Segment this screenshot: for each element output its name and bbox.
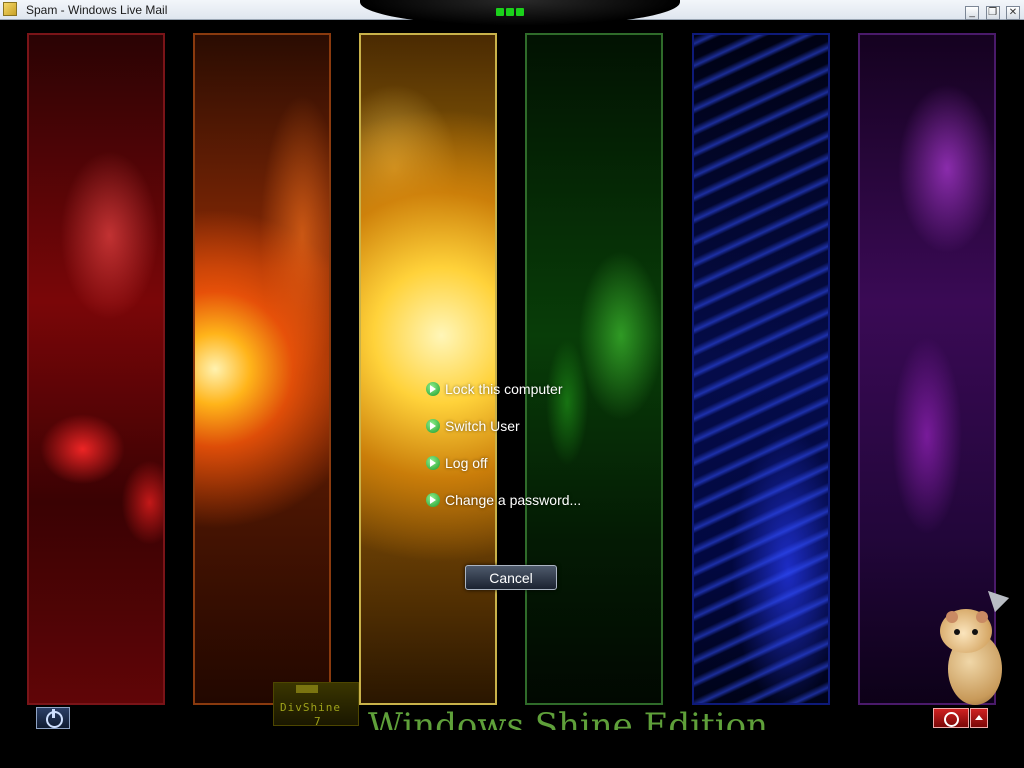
switch-user-option[interactable]: Switch User: [424, 415, 664, 452]
hamster-ear: [946, 611, 958, 623]
green-arrow-icon: [426, 493, 440, 507]
cancel-button[interactable]: Cancel: [465, 565, 557, 590]
top-notch-decoration: [360, 0, 680, 26]
hamster-head: [940, 609, 992, 653]
green-arrow-icon: [426, 456, 440, 470]
change-password-label: Change a password...: [445, 492, 582, 508]
change-password-option[interactable]: Change a password...: [424, 489, 664, 526]
hamster-eye: [972, 629, 978, 635]
panel-blue: [692, 33, 830, 705]
log-off-label: Log off: [445, 455, 488, 471]
app-icon: [3, 2, 17, 16]
green-arrow-icon: [426, 382, 440, 396]
badge-version: 7: [314, 715, 321, 728]
security-options-menu: Lock this computer Switch User Log off C…: [424, 378, 664, 526]
badge-chip: [296, 685, 318, 693]
window-title: Spam - Windows Live Mail: [26, 3, 168, 17]
window-controls: _ ❐ ✕: [963, 2, 1020, 20]
panel-yellow: [359, 33, 497, 705]
restore-button[interactable]: ❐: [985, 6, 1000, 20]
title-bar: Spam - Windows Live Mail _ ❐ ✕: [0, 0, 1024, 26]
panel-red: [27, 33, 165, 705]
switch-user-label: Switch User: [445, 418, 520, 434]
hamster-mascot: [938, 603, 1008, 708]
panel-orange: [193, 33, 331, 705]
lock-computer-label: Lock this computer: [445, 381, 563, 397]
badge-name: DivShine: [280, 701, 341, 714]
divshine-badge: DivShine 7: [273, 682, 359, 728]
edition-text: Windows Shine Edition: [368, 706, 768, 730]
hamster-ear: [976, 611, 988, 623]
shutdown-options-button[interactable]: [970, 708, 988, 728]
log-off-option[interactable]: Log off: [424, 452, 664, 489]
green-arrow-icon: [426, 419, 440, 433]
ease-of-access-icon: [46, 709, 63, 728]
ease-of-access-button[interactable]: [36, 707, 70, 729]
shutdown-button[interactable]: [933, 708, 969, 728]
hamster-eye: [954, 629, 960, 635]
lock-computer-option[interactable]: Lock this computer: [424, 378, 664, 415]
power-icon: [944, 712, 959, 727]
minimize-button[interactable]: _: [965, 6, 980, 20]
close-button[interactable]: ✕: [1006, 6, 1020, 20]
panel-green: [525, 33, 663, 705]
notch-lights: [496, 8, 544, 16]
